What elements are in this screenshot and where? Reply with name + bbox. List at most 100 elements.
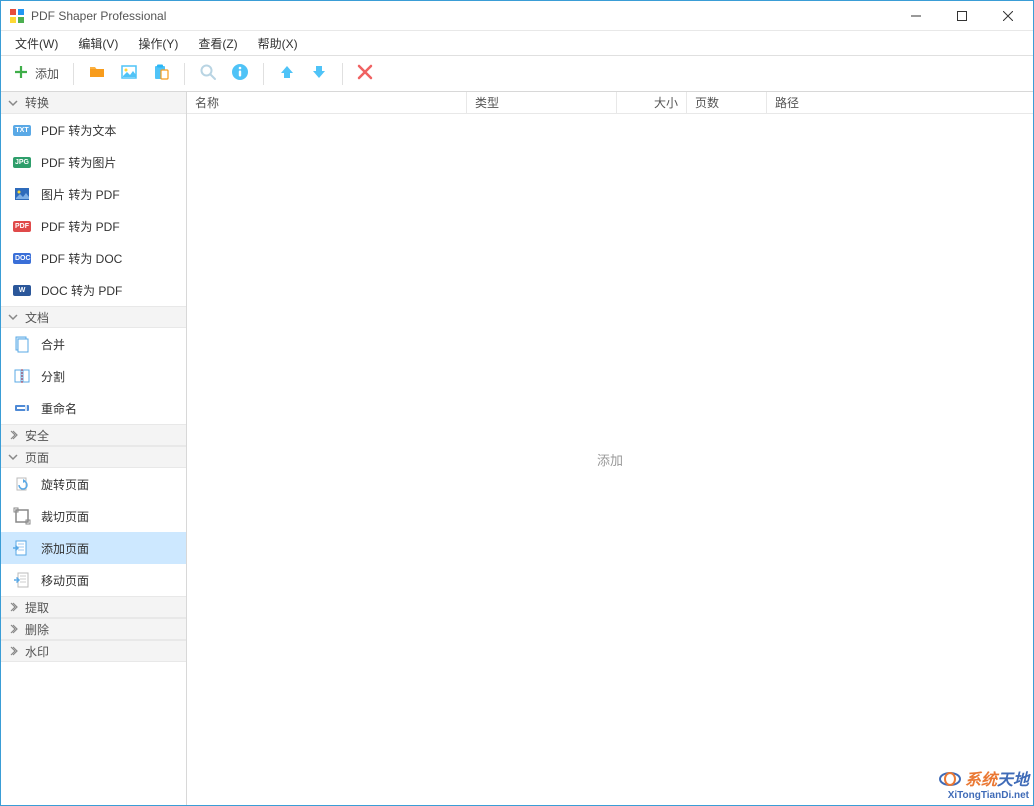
sidebar-group-watermark[interactable]: 水印 (1, 640, 186, 662)
folder-button[interactable] (82, 60, 112, 88)
column-pages[interactable]: 页数 (687, 92, 767, 113)
separator (184, 63, 185, 85)
move-up-button[interactable] (272, 60, 302, 88)
main-area: 转换 TXT PDF 转为文本 JPG PDF 转为图片 图片 转为 PDF P… (1, 92, 1033, 805)
separator (73, 63, 74, 85)
column-type[interactable]: 类型 (467, 92, 617, 113)
toolbar: 添加 (1, 56, 1033, 92)
menu-file[interactable]: 文件(W) (5, 32, 68, 55)
image-button[interactable] (114, 60, 144, 88)
chevron-right-icon (7, 645, 19, 657)
sidebar-group-convert[interactable]: 转换 (1, 92, 186, 114)
info-button[interactable] (225, 60, 255, 88)
sidebar-item-doc-to-pdf[interactable]: W DOC 转为 PDF (1, 274, 186, 306)
sidebar-item-label: DOC 转为 PDF (41, 282, 122, 299)
clipboard-icon (152, 63, 170, 84)
sidebar-item-label: PDF 转为图片 (41, 154, 116, 171)
watermark: 系统天地 XiTongTianDi.net (939, 770, 1029, 801)
close-button[interactable] (985, 1, 1031, 31)
word-icon: W (13, 281, 31, 299)
titlebar: PDF Shaper Professional (1, 1, 1033, 31)
add-pages-icon (13, 539, 31, 557)
menu-view[interactable]: 查看(Z) (188, 32, 247, 55)
maximize-button[interactable] (939, 1, 985, 31)
sidebar-item-label: 旋转页面 (41, 476, 89, 493)
search-button[interactable] (193, 60, 223, 88)
sidebar-item-pdf-to-pdf[interactable]: PDF PDF 转为 PDF (1, 210, 186, 242)
sidebar-item-add-pages[interactable]: 添加页面 (1, 532, 186, 564)
sidebar-item-label: 图片 转为 PDF (41, 186, 120, 203)
sidebar-item-split[interactable]: 分割 (1, 360, 186, 392)
rename-icon (13, 399, 31, 417)
sidebar-group-pages[interactable]: 页面 (1, 446, 186, 468)
sidebar-item-rotate-pages[interactable]: 旋转页面 (1, 468, 186, 500)
separator (342, 63, 343, 85)
sidebar-item-label: 添加页面 (41, 540, 89, 557)
menu-action[interactable]: 操作(Y) (128, 32, 188, 55)
chevron-down-icon (7, 451, 19, 463)
chevron-down-icon (7, 97, 19, 109)
sidebar-item-label: 分割 (41, 368, 65, 385)
empty-placeholder: 添加 (597, 450, 623, 469)
group-label: 提取 (25, 599, 49, 616)
sidebar-item-merge[interactable]: 合并 (1, 328, 186, 360)
group-label: 转换 (25, 94, 49, 111)
file-list[interactable]: 添加 (187, 114, 1033, 805)
sidebar-group-security[interactable]: 安全 (1, 424, 186, 446)
sidebar-item-pdf-to-image[interactable]: JPG PDF 转为图片 (1, 146, 186, 178)
txt-icon: TXT (13, 121, 31, 139)
group-label: 删除 (25, 621, 49, 638)
search-icon (199, 63, 217, 84)
menu-edit[interactable]: 编辑(V) (68, 32, 128, 55)
rotate-icon (13, 475, 31, 493)
add-button[interactable]: 添加 (7, 60, 65, 88)
sidebar-item-label: 合并 (41, 336, 65, 353)
doc-icon: DOC (13, 249, 31, 267)
crop-icon (13, 507, 31, 525)
add-button-label: 添加 (35, 65, 59, 82)
group-label: 文档 (25, 309, 49, 326)
sidebar-group-delete[interactable]: 删除 (1, 618, 186, 640)
sidebar: 转换 TXT PDF 转为文本 JPG PDF 转为图片 图片 转为 PDF P… (1, 92, 187, 805)
sidebar-item-label: PDF 转为 PDF (41, 218, 120, 235)
merge-icon (13, 335, 31, 353)
column-name[interactable]: 名称 (187, 92, 467, 113)
separator (263, 63, 264, 85)
info-icon (231, 63, 249, 84)
move-pages-icon (13, 571, 31, 589)
sidebar-item-rename[interactable]: 重命名 (1, 392, 186, 424)
sidebar-item-move-pages[interactable]: 移动页面 (1, 564, 186, 596)
remove-button[interactable] (351, 60, 379, 88)
sidebar-item-pdf-to-doc[interactable]: DOC PDF 转为 DOC (1, 242, 186, 274)
group-label: 水印 (25, 643, 49, 660)
column-path[interactable]: 路径 (767, 92, 1033, 113)
image-file-icon (13, 185, 31, 203)
menu-help[interactable]: 帮助(X) (248, 32, 308, 55)
jpg-icon: JPG (13, 153, 31, 171)
group-label: 页面 (25, 449, 49, 466)
content-area: 名称 类型 大小 页数 路径 添加 (187, 92, 1033, 805)
menubar: 文件(W) 编辑(V) 操作(Y) 查看(Z) 帮助(X) (1, 31, 1033, 56)
column-headers: 名称 类型 大小 页数 路径 (187, 92, 1033, 114)
sidebar-group-extract[interactable]: 提取 (1, 596, 186, 618)
watermark-line1: 系统天地 (939, 770, 1029, 790)
sidebar-item-label: PDF 转为文本 (41, 122, 116, 139)
chevron-right-icon (7, 623, 19, 635)
watermark-line2: XiTongTianDi.net (939, 790, 1029, 801)
sidebar-group-document[interactable]: 文档 (1, 306, 186, 328)
window-title: PDF Shaper Professional (31, 9, 166, 23)
sidebar-item-pdf-to-text[interactable]: TXT PDF 转为文本 (1, 114, 186, 146)
group-label: 安全 (25, 427, 49, 444)
app-icon (9, 8, 25, 24)
chevron-down-icon (7, 311, 19, 323)
sidebar-item-crop-pages[interactable]: 裁切页面 (1, 500, 186, 532)
arrow-down-icon (310, 63, 328, 84)
column-size[interactable]: 大小 (617, 92, 687, 113)
window-controls (893, 1, 1031, 31)
plus-icon (13, 64, 29, 83)
move-down-button[interactable] (304, 60, 334, 88)
sidebar-item-image-to-pdf[interactable]: 图片 转为 PDF (1, 178, 186, 210)
minimize-button[interactable] (893, 1, 939, 31)
paste-button[interactable] (146, 60, 176, 88)
pdf-icon: PDF (13, 217, 31, 235)
